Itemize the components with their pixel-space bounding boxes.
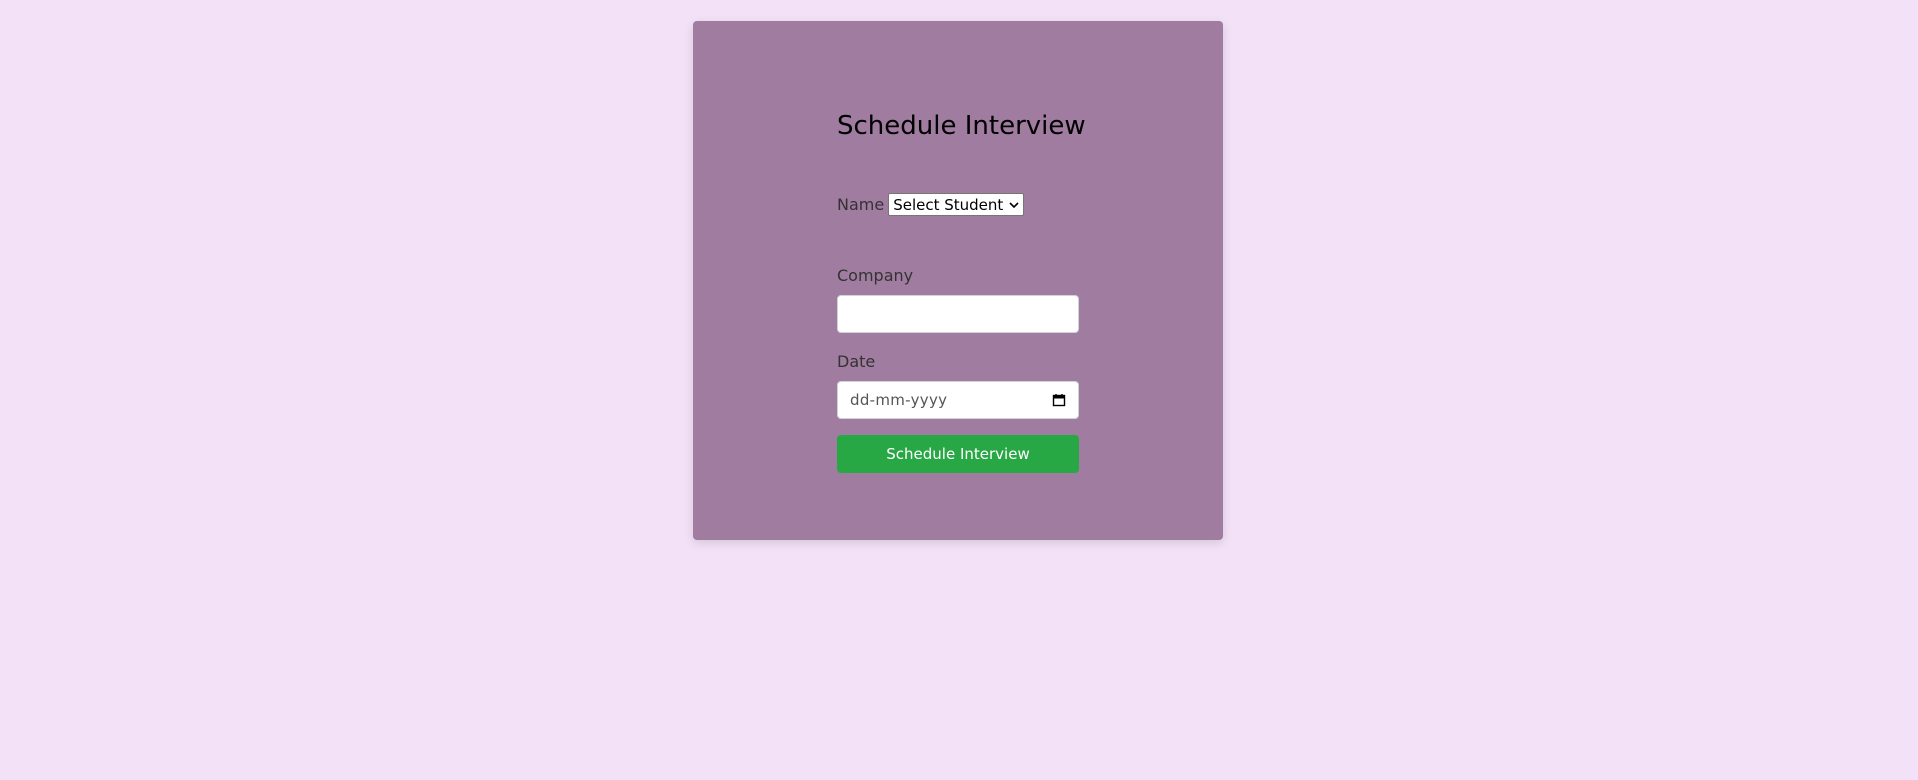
name-field-row: Name Select Student [837,193,1025,216]
student-select-value: Select Student [893,195,1004,214]
company-label: Company [837,266,914,285]
date-placeholder: dd-mm-yyyy [850,391,948,409]
chevron-down-icon [1009,201,1019,208]
date-input[interactable]: dd-mm-yyyy [837,381,1079,419]
name-label: Name [837,194,885,214]
company-input[interactable] [837,295,1079,333]
calendar-icon[interactable] [1052,393,1066,407]
date-label: Date [837,352,876,371]
schedule-interview-card: Schedule Interview Name Select Student C… [693,21,1223,540]
schedule-interview-button[interactable]: Schedule Interview [837,435,1079,473]
page-title: Schedule Interview [837,111,1086,141]
student-select[interactable]: Select Student [888,193,1025,216]
